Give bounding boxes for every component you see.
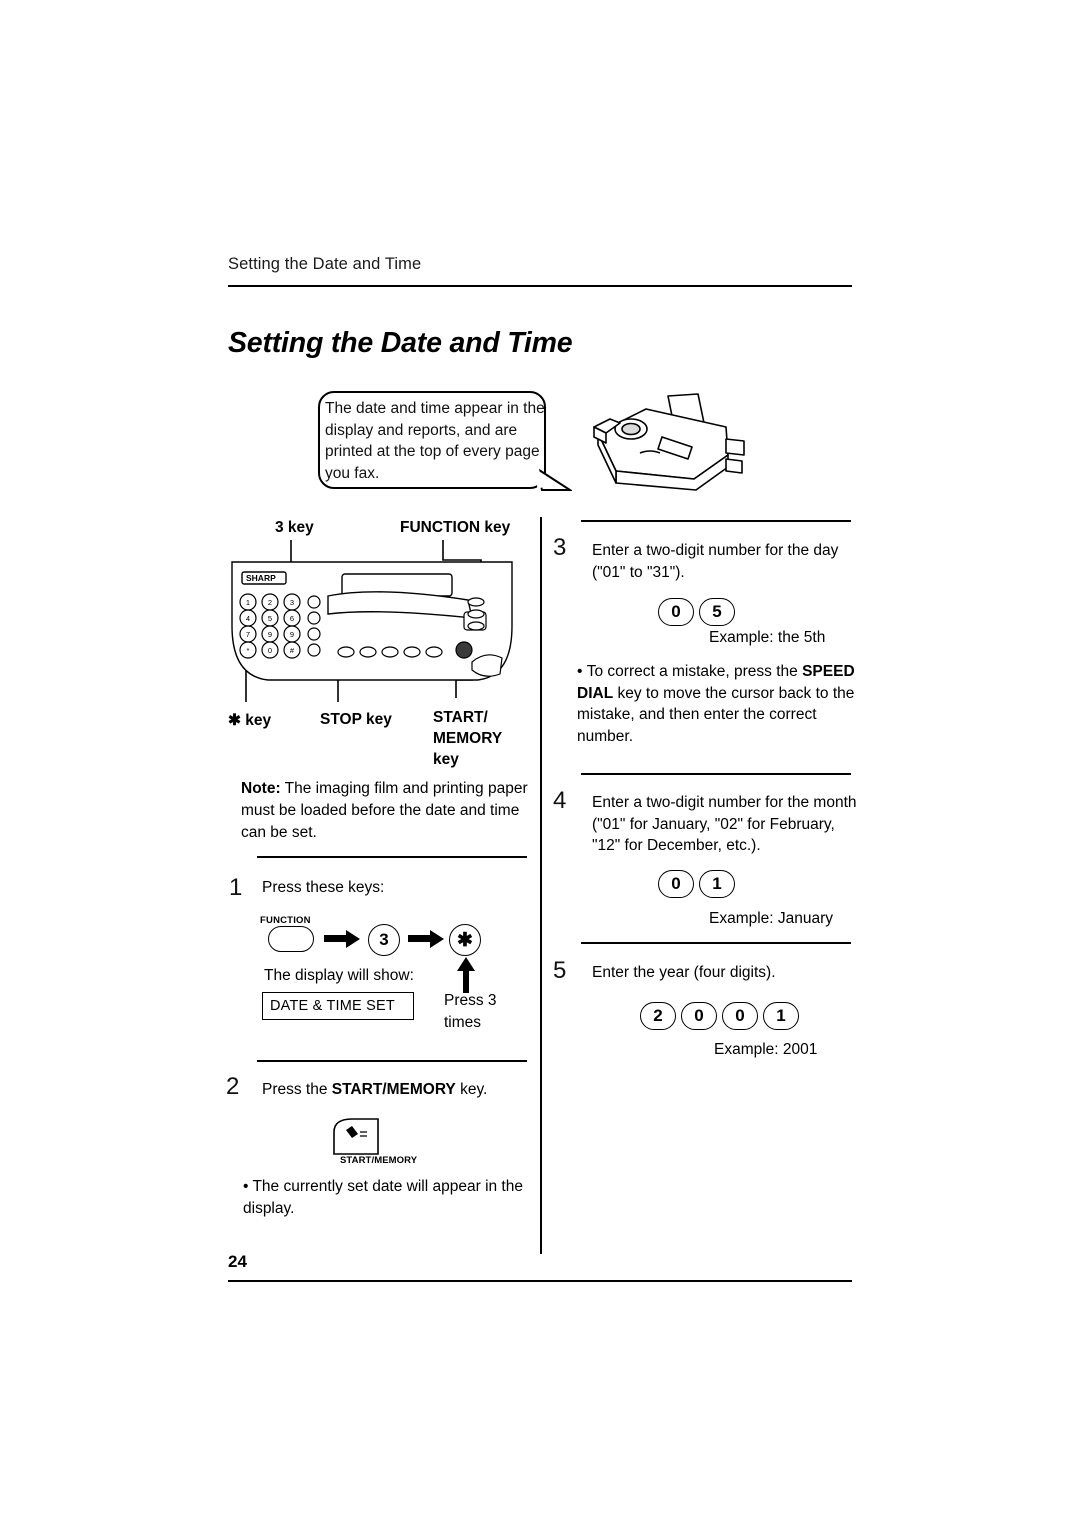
function-key-caption: FUNCTION <box>260 915 311 926</box>
step-2-text-bold: START/MEMORY <box>331 1081 456 1098</box>
step-4-text: Enter a two-digit number for the month (… <box>592 794 857 854</box>
callout-bubble-tail <box>536 466 572 491</box>
svg-text:2: 2 <box>268 598 272 607</box>
day-key-first[interactable]: 0 <box>658 598 694 626</box>
lcd-display-text: DATE & TIME SET <box>270 998 395 1014</box>
year-example-label: Example: 2001 <box>714 1041 818 1058</box>
label-start-memory-line3: key <box>433 751 459 768</box>
label-start-memory-line2: MEMORY <box>433 730 503 747</box>
step-5-text: Enter the year (four digits). <box>592 964 776 981</box>
svg-text:9: 9 <box>290 630 294 639</box>
manual-page: Setting the Date and Time Setting the Da… <box>0 0 1080 1528</box>
footer-divider <box>228 1280 852 1282</box>
column-divider <box>540 517 542 1254</box>
start-memory-key-button[interactable] <box>330 1116 382 1156</box>
arrow-up-icon <box>457 957 475 993</box>
year-key-3[interactable]: 0 <box>722 1002 758 1030</box>
running-header: Setting the Date and Time <box>228 255 422 273</box>
fax-machine-illustration <box>593 393 745 491</box>
note-label: Note: <box>241 780 281 797</box>
note-text: The imaging film and printing paper must… <box>241 780 528 841</box>
svg-text:3: 3 <box>290 598 294 607</box>
step-4-number: 4 <box>553 787 567 814</box>
month-key-first[interactable]: 0 <box>658 870 694 898</box>
lcd-display: DATE & TIME SET <box>262 992 414 1020</box>
step-divider-right-1 <box>581 520 851 522</box>
callout-bubble-text: The date and time appear in the display … <box>325 400 545 482</box>
key-3-button[interactable]: 3 <box>368 924 400 956</box>
svg-text:4: 4 <box>246 614 250 623</box>
day-key-second[interactable]: 5 <box>699 598 735 626</box>
step-2-text-before: Press the <box>262 1081 332 1098</box>
page-number: 24 <box>228 1252 247 1271</box>
day-example-label: Example: the 5th <box>709 629 826 646</box>
svg-text:SHARP: SHARP <box>246 573 276 583</box>
step-divider-right-3 <box>581 942 851 944</box>
svg-text:1: 1 <box>246 598 250 607</box>
step-5-number: 5 <box>553 957 567 984</box>
arrow-right-icon-2 <box>408 930 444 948</box>
year-key-2[interactable]: 0 <box>681 1002 717 1030</box>
step-3-bullet-before: To correct a mistake, press the <box>586 663 803 680</box>
press-times-line1: Press 3 <box>444 992 497 1009</box>
step-2-number: 2 <box>226 1073 240 1100</box>
step-3-bullet: • To correct a mistake, press the SPEED … <box>577 663 855 745</box>
month-key-second[interactable]: 1 <box>699 870 735 898</box>
step-divider-right-2 <box>581 773 851 775</box>
header-divider <box>228 285 852 287</box>
step-2-text-after: key. <box>455 1081 488 1098</box>
note-block: Note: The imaging film and printing pape… <box>241 778 531 844</box>
step-1-text: Press these keys: <box>262 879 385 896</box>
svg-text:*: * <box>247 646 250 655</box>
function-key-button[interactable] <box>268 926 314 952</box>
month-example-label: Example: January <box>709 910 834 927</box>
svg-text:5: 5 <box>268 614 272 623</box>
svg-text:6: 6 <box>290 614 294 623</box>
arrow-right-icon-1 <box>324 930 360 948</box>
key-star-button[interactable]: ✱ <box>449 924 481 956</box>
step-divider-left-2 <box>257 1060 527 1062</box>
start-memory-key-caption: START/MEMORY <box>340 1155 418 1166</box>
display-will-show-text: The display will show: <box>264 967 414 984</box>
page-title: Setting the Date and Time <box>228 327 573 359</box>
svg-text:7: 7 <box>246 630 250 639</box>
step-divider-left-1 <box>257 856 527 858</box>
svg-text:9: 9 <box>268 630 272 639</box>
year-key-4[interactable]: 1 <box>763 1002 799 1030</box>
step-2-bullet: • The currently set date will appear in … <box>243 1178 523 1217</box>
press-3-times-text: Press 3 times <box>444 990 524 1034</box>
press-times-line2: times <box>444 1014 482 1031</box>
step-3-bullet-after: key to move the cursor back to the mista… <box>577 684 855 745</box>
step-2-text: Press the START/MEMORY key. <box>262 1079 532 1101</box>
svg-text:0: 0 <box>268 646 272 655</box>
step-3-text: Enter a two-digit number for the day ("0… <box>592 542 839 581</box>
step-1-number: 1 <box>229 874 243 901</box>
step-3-number: 3 <box>553 534 567 561</box>
year-key-1[interactable]: 2 <box>640 1002 676 1030</box>
fax-control-panel-diagram: SHARP 123 456 799 * 0 # <box>231 561 513 681</box>
step-2-bullet-text: The currently set date will appear in th… <box>243 1178 523 1217</box>
